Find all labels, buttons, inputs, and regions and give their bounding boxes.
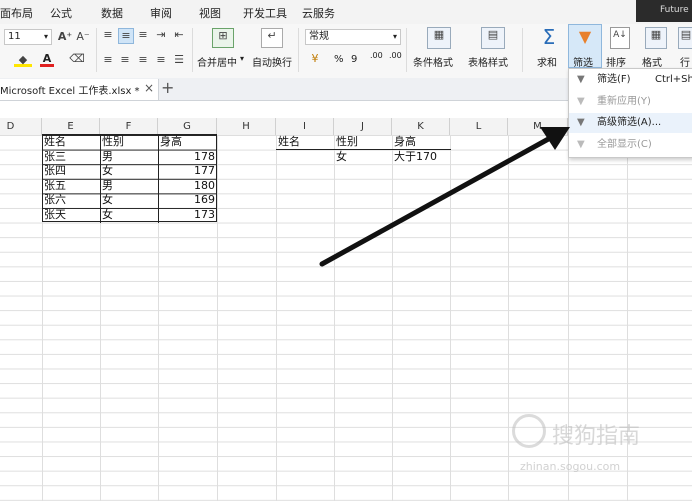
watermark-brand: 搜狗指南 — [552, 424, 641, 449]
arrow-shaft — [319, 134, 555, 267]
watermark-logo-icon — [512, 414, 546, 448]
watermark-url: zhinan.sogou.com — [520, 460, 621, 473]
